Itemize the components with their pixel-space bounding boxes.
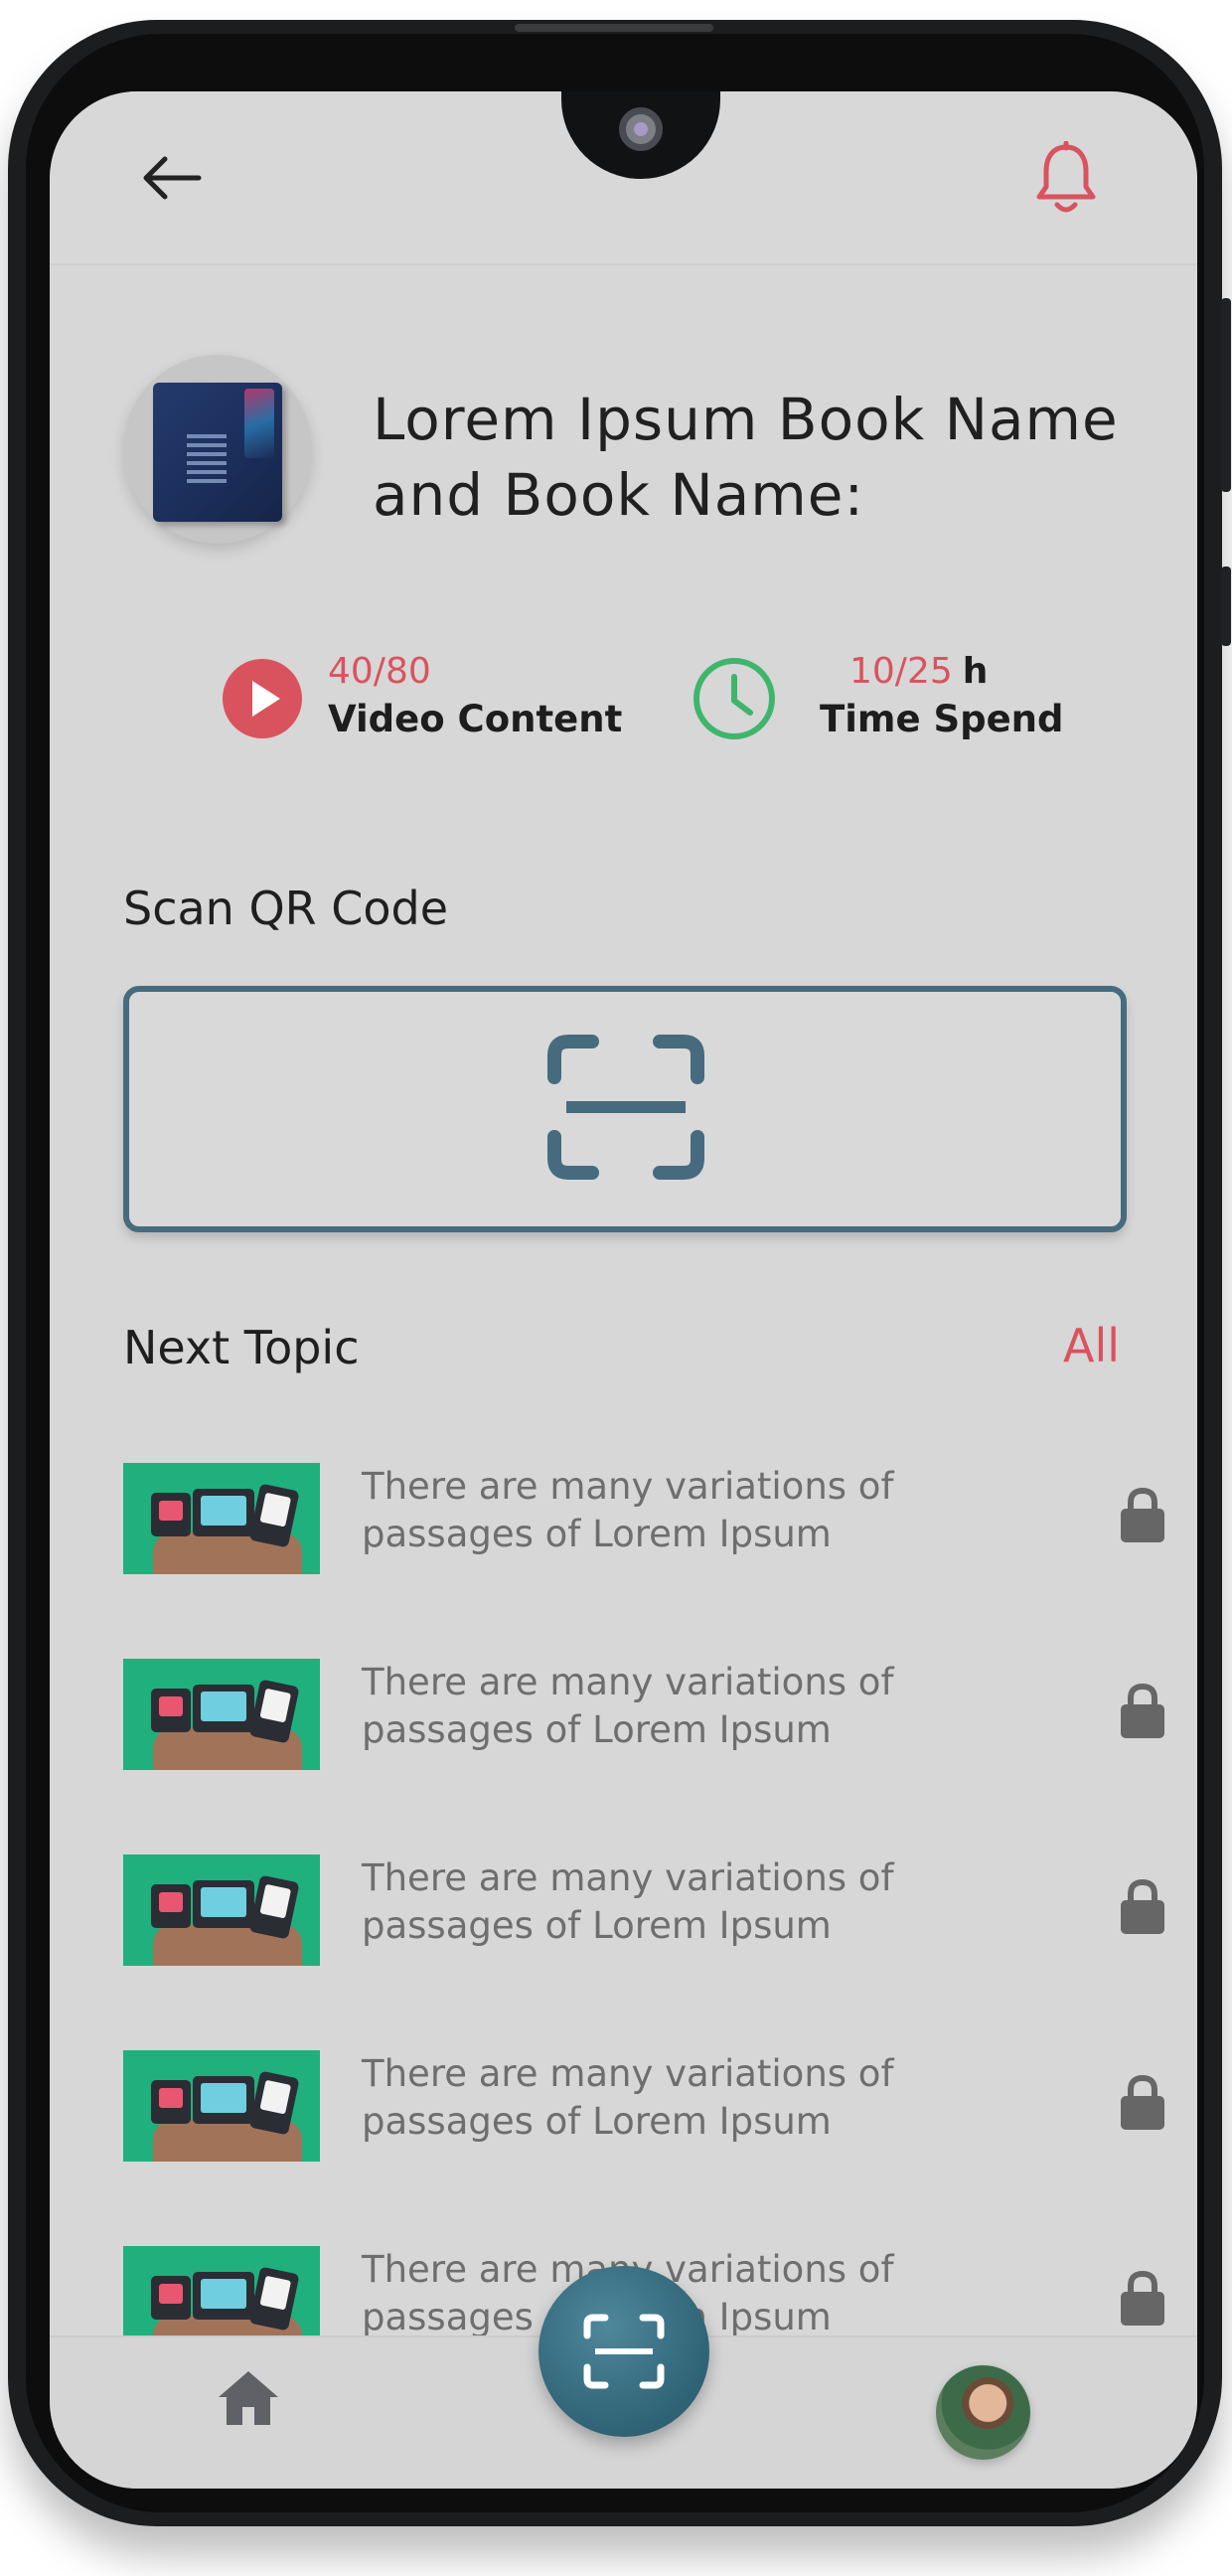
thumb-device <box>193 2076 254 2124</box>
thumb-device <box>151 1493 191 1536</box>
book-image <box>153 383 282 522</box>
clock-icon <box>693 658 775 739</box>
lock-icon <box>1121 2270 1164 2326</box>
lock-icon <box>1121 2074 1164 2130</box>
topic-thumbnail <box>123 1463 320 1574</box>
topic-text: There are many variations of passages of… <box>362 2052 894 2143</box>
video-count: 40/80 <box>328 651 431 692</box>
front-camera <box>619 107 663 151</box>
thumb-device <box>151 1884 191 1928</box>
view-all-link[interactable]: All <box>1063 1319 1120 1372</box>
play-circle-icon <box>223 659 302 738</box>
topic-item[interactable]: There are many variations of passages of… <box>123 1463 1164 1574</box>
next-topic-title: Next Topic <box>123 1321 360 1374</box>
book-title: Lorem Ipsum Book Name and Book Name: <box>373 386 1119 529</box>
time-unit: h <box>962 651 989 692</box>
volume-button <box>1221 298 1231 492</box>
topic-thumbnail <box>123 1854 320 1966</box>
topic-text: There are many variations of passages of… <box>362 1465 894 1555</box>
thumb-device <box>151 2080 191 2124</box>
app-screen: Lorem Ipsum Book Name and Book Name: 40/… <box>50 91 1197 2489</box>
video-label: Video Content <box>328 698 623 740</box>
scan-fab-button[interactable] <box>539 2266 709 2437</box>
lock-icon <box>1121 1487 1164 1542</box>
topic-thumbnail <box>123 2050 320 2162</box>
speaker-slit <box>515 24 713 32</box>
topic-item[interactable]: There are many variations of passages of… <box>123 2050 1164 2162</box>
power-button <box>1221 566 1231 646</box>
lock-icon <box>1121 1683 1164 1738</box>
thumb-device <box>151 1689 191 1732</box>
thumb-device <box>193 1685 254 1732</box>
phone-frame: Lorem Ipsum Book Name and Book Name: 40/… <box>8 20 1231 2526</box>
qr-scan-icon <box>547 1035 704 1180</box>
thumb-device <box>193 1880 254 1928</box>
topic-text: There are many variations of passages of… <box>362 1856 894 1947</box>
book-cover-text <box>187 434 227 484</box>
time-label: Time Spend <box>820 698 1064 740</box>
lock-icon <box>1121 1878 1164 1934</box>
arrow-left-icon[interactable] <box>141 153 203 203</box>
avatar[interactable] <box>936 2365 1030 2460</box>
qr-scan-icon <box>583 2314 665 2389</box>
time-count-value: 10/25 <box>849 651 953 692</box>
scan-qr-button[interactable] <box>123 986 1127 1232</box>
topic-text: There are many variations of passages of… <box>362 1661 894 1751</box>
topic-item[interactable]: There are many variations of passages of… <box>123 1659 1164 1770</box>
thumb-device <box>151 2276 191 2320</box>
thumb-device <box>193 1489 254 1536</box>
bell-icon[interactable] <box>1033 141 1099 217</box>
topic-thumbnail <box>123 1659 320 1770</box>
scan-qr-title: Scan QR Code <box>123 882 449 935</box>
book-stripe <box>244 389 274 458</box>
time-count: 10/25 h <box>849 651 988 692</box>
book-cover-image <box>123 355 312 544</box>
home-icon[interactable] <box>217 2367 280 2429</box>
topic-item[interactable]: There are many variations of passages of… <box>123 1854 1164 1966</box>
thumb-device <box>193 2272 254 2320</box>
